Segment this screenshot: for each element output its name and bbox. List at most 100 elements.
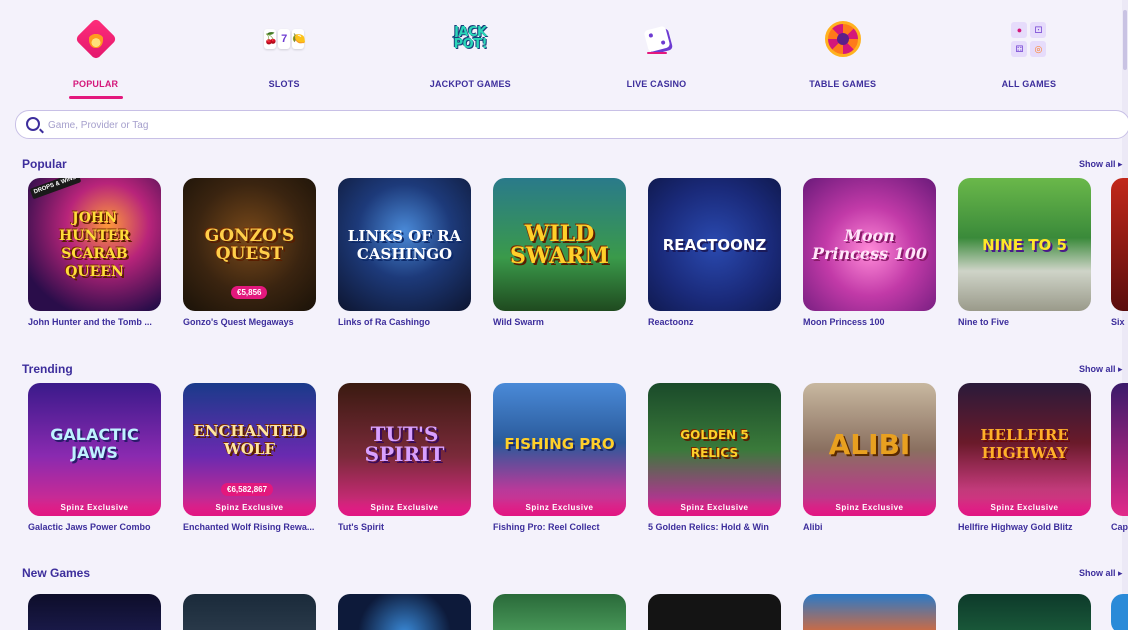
tab-label: LIVE CASINO (626, 79, 687, 89)
show-all-link[interactable]: Show all ▸ (1079, 364, 1123, 375)
jackpot-icon-text: JACK POT! (453, 25, 488, 52)
tab-label: JACKPOT GAMES (429, 79, 511, 89)
game-logo: GONZO'S QUEST (204, 225, 295, 264)
game-thumbnail: ALIBI Spinz Exclusive (803, 383, 936, 516)
game-name: Wild Swarm (493, 317, 544, 327)
promo-ribbon: DROPS & WINS (29, 178, 82, 200)
game-name: John Hunter and the Tomb ... (28, 317, 152, 327)
game-tile[interactable] (28, 594, 161, 630)
game-logo: REACTOONZ (662, 235, 767, 254)
tab-label: TABLE GAMES (809, 79, 877, 89)
game-logo: WILD SWARM (510, 220, 609, 269)
search-bar[interactable] (15, 110, 1128, 139)
game-name: Tut's Spirit (338, 522, 384, 532)
exclusive-badge: Spinz Exclusive (183, 498, 316, 516)
game-tile[interactable]: FISHING PRO Spinz Exclusive Fishing Pro:… (493, 383, 626, 532)
exclusive-badge: Spinz Exclusive (958, 498, 1091, 516)
game-tile[interactable]: HELLFIRE HIGHWAY Spinz Exclusive Hellfir… (958, 383, 1091, 532)
tab-all-games[interactable]: ● ⚀ ⚃ ◎ ALL GAMES (936, 0, 1122, 100)
game-tile[interactable]: GONZO'S QUEST €5,856 Gonzo's Quest Megaw… (183, 178, 316, 327)
game-row: DROPS & WINS JOHN HUNTER SCARAB QUEEN Jo… (28, 178, 1091, 327)
game-name: Fishing Pro: Reel Collect (493, 522, 600, 532)
tab-live-casino[interactable]: LIVE CASINO (563, 0, 749, 100)
game-logo: Moon Princess 100 (811, 225, 928, 263)
game-tile[interactable]: Moon Princess 100 Moon Princess 100 (803, 178, 936, 327)
game-thumbnail (338, 594, 471, 630)
tab-label: POPULAR (72, 79, 119, 89)
game-tile[interactable]: WILD SWARM Wild Swarm (493, 178, 626, 327)
game-logo: ALIBI (828, 427, 911, 461)
game-tile[interactable]: TUT'S SPIRIT Spinz Exclusive Tut's Spiri… (338, 383, 471, 532)
scrollbar[interactable] (1122, 0, 1128, 630)
tab-jackpot-games[interactable]: JACK POT! JACKPOT GAMES (377, 0, 563, 100)
tab-label: ALL GAMES (1001, 79, 1057, 89)
game-logo: LINKS OF RA CASHINGO (347, 226, 462, 263)
game-thumbnail: FISHING PRO Spinz Exclusive (493, 383, 626, 516)
search-input[interactable] (48, 115, 1048, 135)
fire-icon (74, 17, 117, 61)
exclusive-badge: Spinz Exclusive (803, 498, 936, 516)
game-name: Reactoonz (648, 317, 694, 327)
game-logo: TUT'S SPIRIT (364, 421, 445, 466)
show-all-link[interactable]: Show all ▸ (1079, 568, 1123, 579)
game-thumbnail: GOLDEN 5 RELICS Spinz Exclusive (648, 383, 781, 516)
tab-slots[interactable]: 🍒 7 🍋 SLOTS (191, 0, 377, 100)
game-tile-partial[interactable] (1111, 383, 1128, 516)
game-tile[interactable] (338, 594, 471, 630)
jackpot-amount: €6,582,867 (221, 483, 274, 496)
roulette-icon (822, 18, 864, 60)
game-thumbnail: GONZO'S QUEST €5,856 (183, 178, 316, 311)
section-title: Popular (22, 157, 67, 171)
slot-symbol: 🍋 (292, 29, 306, 49)
tab-popular[interactable]: POPULAR (0, 0, 191, 100)
exclusive-badge: Spinz Exclusive (28, 498, 161, 516)
jackpot-icon: JACK POT! (449, 18, 491, 60)
game-tile-partial[interactable] (1111, 594, 1128, 630)
section-title: New Games (22, 566, 91, 580)
game-thumbnail: HELLFIRE HIGHWAY Spinz Exclusive (958, 383, 1091, 516)
game-thumbnail (28, 594, 161, 630)
game-name: Cap (1111, 522, 1128, 532)
game-tile[interactable] (493, 594, 626, 630)
game-thumbnail: TUT'S SPIRIT Spinz Exclusive (338, 383, 471, 516)
tab-table-games[interactable]: TABLE GAMES (750, 0, 936, 100)
game-thumbnail (648, 594, 781, 630)
game-tile-partial[interactable] (1111, 178, 1128, 311)
active-tab-indicator (68, 96, 123, 99)
exclusive-badge: Spinz Exclusive (648, 498, 781, 516)
jackpot-amount: €5,856 (231, 286, 268, 299)
game-logo: HELLFIRE HIGHWAY (980, 425, 1069, 462)
game-tile[interactable]: ALIBI Spinz Exclusive Alibi (803, 383, 936, 532)
game-tile[interactable]: LINKS OF RA CASHINGO Links of Ra Cashing… (338, 178, 471, 327)
game-logo: GALACTIC JAWS (50, 424, 139, 462)
game-tile[interactable] (183, 594, 316, 630)
game-row: GALACTIC JAWS Spinz Exclusive Galactic J… (28, 383, 1091, 532)
game-thumbnail (493, 594, 626, 630)
section-title: Trending (22, 362, 73, 376)
game-name: Links of Ra Cashingo (338, 317, 431, 327)
game-name: 5 Golden Relics: Hold & Win (648, 522, 769, 532)
game-thumbnail: ENCHANTED WOLF €6,582,867 Spinz Exclusiv… (183, 383, 316, 516)
game-tile[interactable] (958, 594, 1091, 630)
game-tile[interactable]: GALACTIC JAWS Spinz Exclusive Galactic J… (28, 383, 161, 532)
scrollbar-thumb[interactable] (1123, 10, 1127, 70)
game-tile[interactable] (648, 594, 781, 630)
game-thumbnail: REACTOONZ (648, 178, 781, 311)
game-tile[interactable]: GOLDEN 5 RELICS Spinz Exclusive 5 Golden… (648, 383, 781, 532)
game-logo: ENCHANTED WOLF (193, 421, 306, 458)
game-tile[interactable]: NINE TO 5 Nine to Five (958, 178, 1091, 327)
game-tile[interactable]: ENCHANTED WOLF €6,582,867 Spinz Exclusiv… (183, 383, 316, 532)
game-name: Hellfire Highway Gold Blitz (958, 522, 1073, 532)
slot-symbol: 🍒 (264, 29, 278, 49)
game-thumbnail: LINKS OF RA CASHINGO (338, 178, 471, 311)
game-logo: GOLDEN 5 RELICS (680, 427, 749, 460)
game-tile[interactable] (803, 594, 936, 630)
game-tile[interactable]: REACTOONZ Reactoonz (648, 178, 781, 327)
game-logo: FISHING PRO (504, 434, 615, 453)
game-thumbnail (803, 594, 936, 630)
category-nav: POPULAR 🍒 7 🍋 SLOTS JACK POT! JACKPOT GA… (0, 0, 1122, 100)
game-row (28, 594, 1091, 630)
game-tile[interactable]: DROPS & WINS JOHN HUNTER SCARAB QUEEN Jo… (28, 178, 161, 327)
show-all-link[interactable]: Show all ▸ (1079, 159, 1123, 170)
grid-icon: ● ⚀ ⚃ ◎ (1008, 18, 1050, 60)
